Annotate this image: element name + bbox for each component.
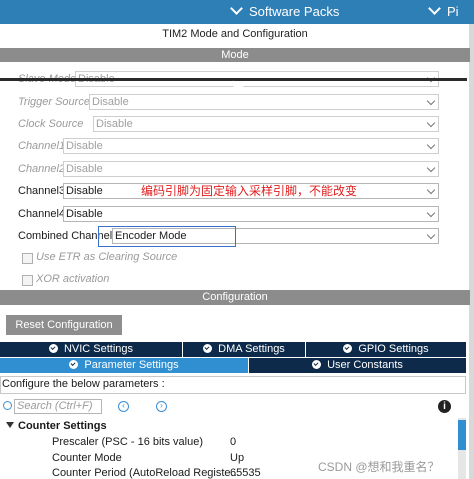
search-input[interactable]: Search (Ctrl+F): [14, 399, 102, 414]
chevron-down-icon: [426, 96, 436, 106]
clock-source-value: Disable: [96, 118, 133, 130]
previous-result-icon[interactable]: ‹: [118, 401, 129, 412]
counter-mode-value[interactable]: Up: [230, 452, 244, 464]
trigger-source-label: Trigger Source: [18, 96, 90, 108]
annotation-highlight-box: [98, 226, 236, 247]
configuration-section-header: Configuration: [0, 290, 470, 305]
watermark-text: CSDN @想和我重名？: [318, 460, 440, 474]
prescaler-value[interactable]: 0: [230, 436, 236, 448]
reset-configuration-button[interactable]: Reset Configuration: [6, 315, 122, 335]
etr-clearing-label: Use ETR as Clearing Source: [36, 251, 178, 263]
chevron-down-icon: [426, 208, 436, 218]
channel4-select[interactable]: Disable: [63, 206, 439, 222]
tab-label: DMA Settings: [218, 343, 285, 355]
collapse-arrow-icon[interactable]: [6, 422, 14, 428]
trigger-source-value: Disable: [92, 96, 129, 108]
tab-gpio-settings[interactable]: GPIO Settings: [306, 342, 466, 357]
next-result-icon[interactable]: ›: [156, 401, 167, 412]
trigger-source-select[interactable]: Disable: [89, 94, 439, 110]
clock-source-select[interactable]: Disable: [93, 116, 439, 132]
channel1-label: Channel1: [18, 140, 66, 152]
software-packs-label: Software Packs: [249, 4, 340, 19]
check-circle-icon: [69, 360, 79, 369]
check-circle-icon: [343, 344, 353, 353]
parameters-caption: Configure the below parameters :: [2, 378, 165, 390]
channel4-label: Channel4: [18, 208, 66, 220]
channel4-value: Disable: [66, 208, 103, 220]
channel1-select[interactable]: Disable: [63, 138, 439, 154]
counter-mode-label: Counter Mode: [52, 452, 122, 464]
chevron-down-icon: [426, 163, 436, 173]
tab-dma-settings[interactable]: DMA Settings: [183, 342, 305, 357]
software-packs-menu[interactable]: Software Packs: [230, 2, 340, 19]
channel3-label: Channel3: [18, 185, 66, 197]
chevron-down-icon: [426, 230, 436, 240]
pinout-menu[interactable]: Pi: [428, 2, 459, 19]
chevron-down-icon: [230, 2, 243, 15]
check-circle-icon: [48, 344, 58, 353]
counter-period-label: Counter Period (AutoReload Registe...: [52, 467, 240, 479]
etr-clearing-checkbox[interactable]: [22, 253, 33, 264]
tab-user-constants[interactable]: User Constants: [249, 358, 466, 373]
clock-source-label: Clock Source: [18, 118, 84, 130]
check-circle-icon: [203, 344, 213, 353]
prescaler-label: Prescaler (PSC - 16 bits value): [52, 436, 203, 448]
annotation-text: 编码引脚为固定输入采样引脚，不能改变: [141, 184, 358, 198]
search-icon: [3, 401, 12, 410]
tab-nvic-settings[interactable]: NVIC Settings: [0, 342, 182, 357]
chevron-down-icon: [428, 2, 441, 15]
chevron-down-icon: [426, 185, 436, 195]
panel-title: TIM2 Mode and Configuration: [162, 28, 308, 40]
counter-settings-group[interactable]: Counter Settings: [18, 420, 107, 432]
tab-label: GPIO Settings: [358, 343, 429, 355]
chevron-down-icon: [426, 140, 436, 150]
check-circle-icon: [312, 360, 322, 369]
channel3-value: Disable: [66, 185, 103, 197]
info-icon[interactable]: i: [438, 400, 451, 413]
channel1-value: Disable: [66, 140, 103, 152]
xor-activation-checkbox[interactable]: [22, 275, 33, 286]
channel2-label: Channel2: [18, 163, 66, 175]
tab-label: NVIC Settings: [63, 343, 134, 355]
mode-section-header: Mode: [0, 48, 470, 62]
channel2-select[interactable]: Disable: [63, 161, 439, 177]
tab-label: Parameter Settings: [84, 359, 179, 371]
tab-label: User Constants: [327, 359, 403, 371]
pinout-label: Pi: [447, 4, 459, 19]
channel2-value: Disable: [66, 163, 103, 175]
chevron-down-icon: [426, 118, 436, 128]
counter-period-value[interactable]: 65535: [230, 467, 261, 479]
right-edge-panel: [469, 24, 474, 479]
xor-activation-label: XOR activation: [36, 273, 110, 285]
scrollbar-thumb[interactable]: [458, 420, 466, 450]
tab-parameter-settings[interactable]: Parameter Settings: [0, 358, 248, 373]
